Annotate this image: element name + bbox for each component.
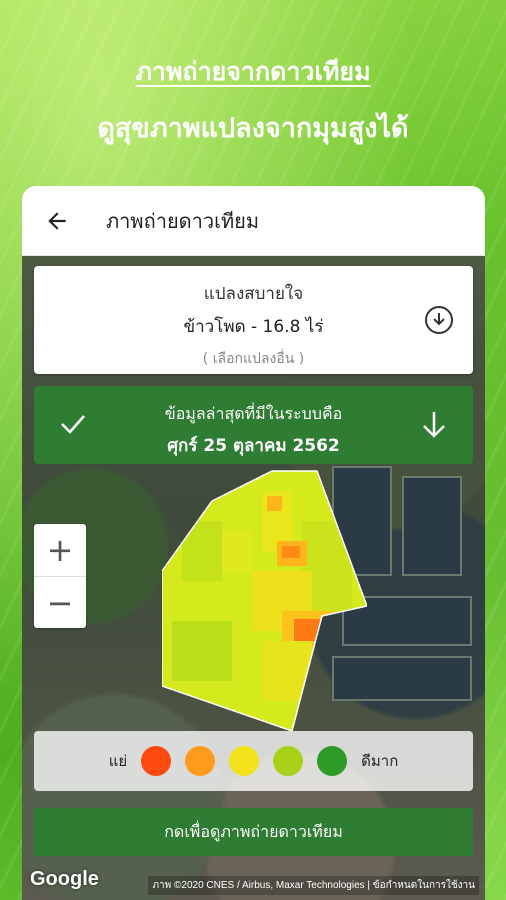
google-logo: Google: [30, 868, 99, 890]
health-legend: แย่ ดีมาก: [34, 731, 473, 791]
page-title: ภาพถ่ายดาวเทียม: [106, 208, 260, 233]
zoom-control: + −: [34, 524, 86, 628]
legend-dot-3: [229, 746, 260, 776]
legend-dot-4: [273, 746, 304, 776]
download-circle-icon: [433, 313, 445, 326]
legend-dot-1: [141, 746, 172, 776]
ndvi-heatmap: [162, 470, 367, 731]
phone-screen: ภาพถ่ายดาวเทียม แปลงสบายใจ ข้าวโพด - 16.…: [22, 186, 485, 900]
legend-high-label: ดีมาก: [361, 752, 399, 770]
pond: [402, 476, 462, 576]
legend-low-label: แย่: [108, 752, 128, 770]
plot-crop-area: ข้าวโพด - 16.8 ไร่: [183, 317, 324, 337]
satellite-map[interactable]: แปลงสบายใจ ข้าวโพด - 16.8 ไร่ ( เลือกแปล…: [22, 256, 485, 900]
map-attribution[interactable]: ภาพ ©2020 CNES / Airbus, Maxar Technolog…: [148, 876, 479, 895]
legend-dot-2: [185, 746, 216, 776]
latest-data-label: ข้อมูลล่าสุดที่มีในระบบคือ: [164, 404, 343, 423]
arrow-left-icon: [48, 211, 66, 230]
back-button[interactable]: [22, 186, 92, 256]
headline-line2: ดูสุขภาพแปลงจากมุมสูงได้: [97, 113, 409, 144]
arrow-down-icon[interactable]: [421, 410, 447, 440]
app-bar: ภาพถ่ายดาวเทียม: [22, 186, 485, 256]
promo-headline: ภาพถ่ายจากดาวเทียม ดูสุขภาพแปลงจากมุมสูง…: [0, 52, 506, 149]
legend-dot-5: [317, 746, 348, 776]
view-satellite-button[interactable]: กดเพื่อดูภาพถ่ายดาวเทียม: [34, 808, 473, 856]
headline-line1: ภาพถ่ายจากดาวเทียม: [135, 57, 371, 86]
zoom-in-button[interactable]: +: [34, 524, 86, 576]
plot-name: แปลงสบายใจ: [203, 284, 304, 304]
plot-selector-card[interactable]: แปลงสบายใจ ข้าวโพด - 16.8 ไร่ ( เลือกแปล…: [34, 266, 473, 374]
latest-data-bar[interactable]: ข้อมูลล่าสุดที่มีในระบบคือ ศุกร์ 25 ตุลา…: [34, 386, 473, 464]
latest-data-date: ศุกร์ 25 ตุลาคม 2562: [167, 436, 340, 456]
plot-dropdown-button[interactable]: [425, 306, 453, 334]
select-other-plot-link[interactable]: ( เลือกแปลงอื่น ): [34, 348, 473, 370]
zoom-out-button[interactable]: −: [34, 576, 86, 628]
